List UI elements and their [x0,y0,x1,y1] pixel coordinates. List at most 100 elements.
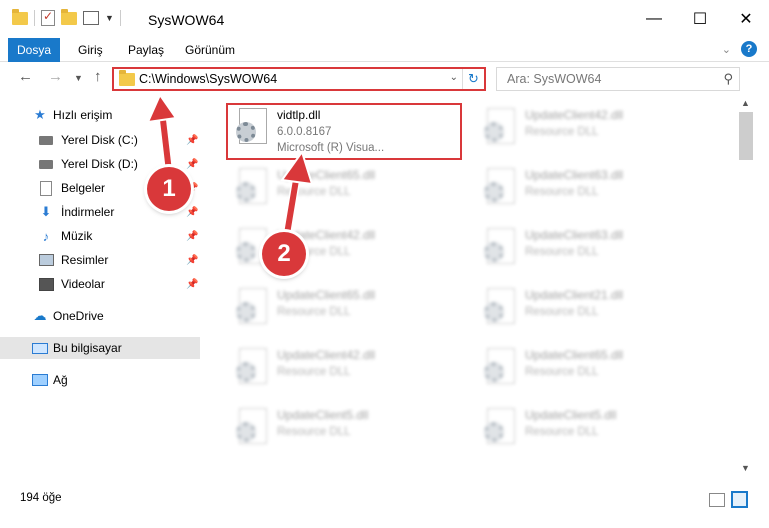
file-name: UpdateClient42.dll [277,348,376,362]
pin-icon[interactable]: 📌 [186,279,198,290]
search-icon[interactable]: ⚲ [723,71,733,87]
navigation-bar: ← → ▼ ↑ C:\Windows\SysWOW64 ⌄ ↻ Ara: Sys… [0,62,769,94]
file-item[interactable]: UpdateClient65.dll Resource DLL [475,342,705,394]
sidebar-item-label: İndirmeler [61,205,115,219]
sidebar-item-onedrive[interactable]: ☁ OneDrive [0,305,200,327]
properties-check-icon[interactable] [41,9,55,26]
dll-file-icon [235,168,271,208]
dll-file-icon [483,108,519,148]
folder-icon [119,70,135,86]
file-description: Resource DLL [525,366,599,378]
customize-toolbar-icon[interactable] [83,11,99,25]
file-description: Resource DLL [525,426,599,438]
pin-icon[interactable]: 📌 [186,231,198,242]
ribbon-tabs: Dosya Giriş Paylaş Görünüm ⌄ ? [0,38,769,62]
sidebar-item-quick-access[interactable]: ★ Hızlı erişim [0,104,200,126]
up-button[interactable]: ↑ [94,68,102,85]
file-name: UpdateClient21.dll [525,288,624,302]
address-bar[interactable]: C:\Windows\SysWOW64 ⌄ ↻ [112,67,486,91]
file-description: Resource DLL [277,306,351,318]
navigation-pane: ★ Hızlı erişim Yerel Disk (C:) 📌 Yerel D… [0,100,203,475]
sidebar-item-label: Belgeler [61,181,106,195]
back-button[interactable]: ← [18,68,33,85]
sidebar-item-this-pc[interactable]: Bu bilgisayar [0,337,200,359]
expand-ribbon-icon[interactable]: ⌄ [722,43,731,56]
file-highlight-box [226,103,462,160]
drive-icon [38,156,54,172]
dll-file-icon [483,168,519,208]
chevron-down-icon[interactable]: ⌄ [450,72,458,83]
file-description: Resource DLL [277,426,351,438]
file-name: UpdateClient42.dll [525,108,624,122]
file-item[interactable]: UpdateClient65.dll Resource DLL [227,282,457,334]
step-badge-1: 1 [147,167,191,211]
sidebar-item-label: Videolar [61,277,105,291]
dll-file-icon [483,288,519,328]
sidebar-item-pictures[interactable]: Resimler 📌 [0,249,200,271]
dll-file-icon [483,228,519,268]
quick-access-toolbar: ▼ [12,8,121,26]
divider [119,10,121,26]
file-item[interactable]: UpdateClient63.dll Resource DLL [475,162,705,214]
file-name: UpdateClient5.dll [525,408,617,422]
refresh-button[interactable]: ↻ [462,69,484,89]
scroll-thumb[interactable] [739,112,753,160]
file-item[interactable]: UpdateClient42.dll Resource DLL [475,102,705,154]
minimize-button[interactable]: — [631,0,677,38]
close-button[interactable]: ✕ [723,0,769,38]
file-name: UpdateClient63.dll [525,168,624,182]
documents-icon [38,180,54,196]
large-icons-view-icon[interactable] [731,491,748,508]
sidebar-item-label: Bu bilgisayar [53,341,122,355]
file-item[interactable]: UpdateClient5.dll Resource DLL [227,402,457,454]
file-name: UpdateClient65.dll [277,168,376,182]
forward-button[interactable]: → [48,68,63,85]
details-view-icon[interactable] [709,493,725,507]
sidebar-item-local-disk-c[interactable]: Yerel Disk (C:) 📌 [0,129,200,151]
sidebar-item-network[interactable]: Ağ [0,369,200,391]
item-count: 194 öğe [20,492,62,504]
chevron-down-icon[interactable]: ▼ [105,13,114,23]
recent-locations-chevron-icon[interactable]: ▼ [74,73,83,83]
pin-icon[interactable]: 📌 [186,135,198,146]
window-controls: — ☐ ✕ [631,0,769,38]
help-icon[interactable]: ? [741,41,757,57]
step-badge-2: 2 [262,232,306,276]
file-item[interactable]: UpdateClient65.dll Resource DLL [227,162,457,214]
vertical-scrollbar[interactable]: ▲ ▼ [738,94,755,475]
address-path[interactable]: C:\Windows\SysWOW64 [139,72,277,86]
network-icon [32,372,48,388]
file-item[interactable]: UpdateClient42.dll Resource DLL [227,342,457,394]
file-item[interactable]: UpdateClient21.dll Resource DLL [475,282,705,334]
tab-share[interactable]: Paylaş [128,38,164,62]
sidebar-item-music[interactable]: ♪ Müzik 📌 [0,225,200,247]
new-folder-icon[interactable] [61,8,77,25]
scroll-up-icon[interactable]: ▲ [741,98,750,108]
pictures-icon [38,252,54,268]
file-item[interactable]: UpdateClient42.dll Resource DLL [227,222,457,274]
pin-icon[interactable]: 📌 [186,207,198,218]
dll-file-icon [483,348,519,388]
file-description: Resource DLL [525,246,599,258]
file-item[interactable]: UpdateClient5.dll Resource DLL [475,402,705,454]
music-icon: ♪ [42,228,50,244]
sidebar-item-label: OneDrive [53,309,104,323]
scroll-down-icon[interactable]: ▼ [741,463,750,473]
sidebar-item-label: Yerel Disk (D:) [61,157,138,171]
dll-file-icon [235,408,271,448]
file-item[interactable]: UpdateClient63.dll Resource DLL [475,222,705,274]
dll-file-icon [235,348,271,388]
pin-icon[interactable]: 📌 [186,255,198,266]
file-name: UpdateClient65.dll [277,288,376,302]
status-bar: 194 öğe [0,485,769,515]
drive-icon [38,132,54,148]
folder-icon [12,8,28,25]
videos-icon [38,276,54,292]
search-input[interactable]: Ara: SysWOW64 ⚲ [496,67,740,91]
maximize-button[interactable]: ☐ [677,0,723,38]
pin-icon[interactable]: 📌 [186,159,198,170]
tab-home[interactable]: Giriş [78,38,103,62]
sidebar-item-videos[interactable]: Videolar 📌 [0,273,200,295]
tab-view[interactable]: Görünüm [185,38,235,62]
tab-file[interactable]: Dosya [8,38,60,62]
